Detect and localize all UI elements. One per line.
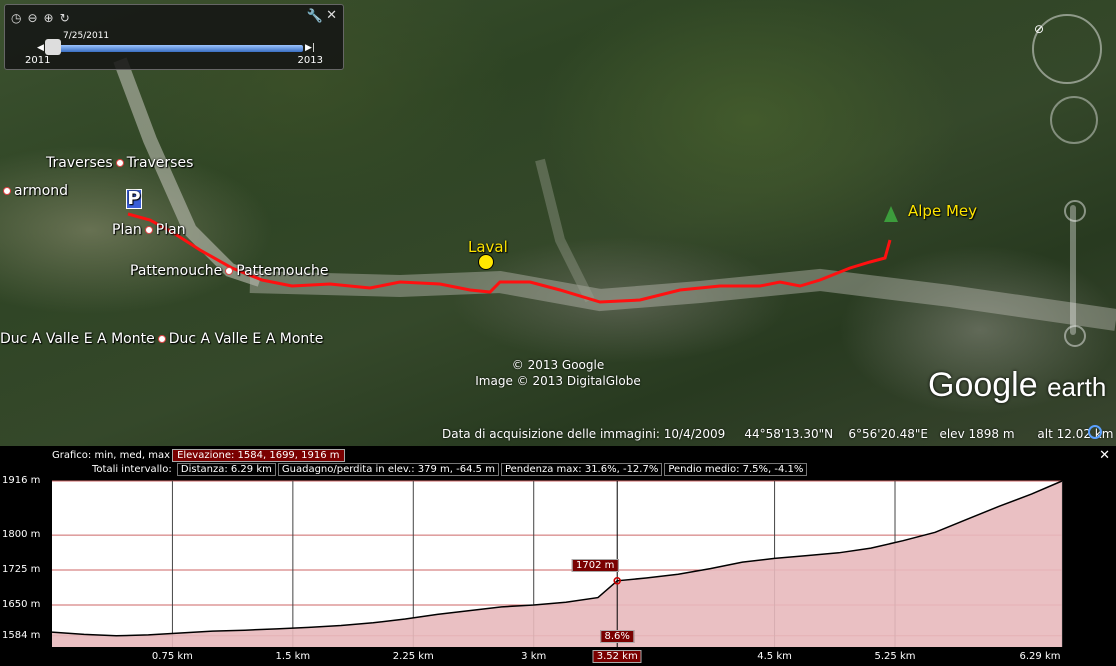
- next-icon[interactable]: ▶|: [305, 43, 315, 53]
- time-slider-end: 2013: [297, 55, 323, 66]
- y-tick-label: 1584 m: [2, 629, 41, 641]
- elevation-stat: Elevazione: 1584, 1699, 1916 m: [172, 449, 345, 462]
- place-dot-icon: [3, 187, 11, 195]
- y-tick-label: 1650 m: [2, 599, 41, 611]
- place-dot-icon: [115, 159, 124, 167]
- gain-stat: Guadagno/perdita in elev.: 379 m, -64.5 …: [277, 463, 499, 476]
- time-slider-start: 2011: [25, 55, 51, 66]
- cursor-elevation-label: 1702 m: [572, 559, 619, 572]
- profile-summary-row: Grafico: min, med, max Elevazione: 1584, …: [52, 449, 345, 462]
- time-slider-thumb[interactable]: [45, 39, 61, 55]
- move-joystick[interactable]: [1050, 96, 1098, 144]
- y-tick-label: 1800 m: [2, 529, 41, 541]
- zoom-slider[interactable]: [1070, 205, 1076, 335]
- close-icon[interactable]: ✕: [1099, 448, 1110, 463]
- streaming-icon: [1088, 425, 1102, 439]
- zoom-out-button[interactable]: [1064, 325, 1086, 347]
- place-armond[interactable]: armond: [0, 183, 68, 199]
- distance-stat: Distanza: 6.29 km: [176, 463, 276, 476]
- refresh-icon[interactable]: ↻: [60, 11, 76, 25]
- y-tick-label: 1725 m: [2, 564, 41, 576]
- clock-icon[interactable]: ◷: [11, 11, 27, 25]
- north-icon[interactable]: ⊘: [1034, 22, 1044, 36]
- zoom-in-icon[interactable]: ⊕: [44, 11, 60, 25]
- parking-icon[interactable]: P: [126, 189, 142, 209]
- y-tick-label: 1916 m: [2, 475, 41, 486]
- elevation-chart[interactable]: [0, 446, 1116, 666]
- place-traverses[interactable]: Traverses Traverses: [46, 155, 193, 171]
- close-icon[interactable]: ✕: [326, 8, 337, 23]
- x-tick-label: 0.75 km: [151, 651, 193, 662]
- map-view[interactable]: Traverses Traverses armond Plan Plan Patte…: [0, 0, 1116, 446]
- pushpin-icon[interactable]: [478, 254, 494, 270]
- place-dot-icon: [144, 226, 153, 234]
- slope-avg-stat: Pendio medio: 7.5%, -4.1%: [664, 463, 808, 476]
- wrench-icon[interactable]: 🔧: [307, 9, 323, 24]
- place-plan[interactable]: Plan Plan: [112, 222, 186, 238]
- time-slider-track[interactable]: [45, 45, 303, 52]
- timebar-icons[interactable]: ◷⊖⊕↻: [11, 11, 76, 25]
- triangle-marker-icon[interactable]: [884, 206, 898, 222]
- place-dot-icon: [157, 335, 166, 343]
- x-tick-label: 2.25 km: [392, 651, 434, 662]
- marker-alpe-mey-label[interactable]: Alpe Mey: [908, 202, 977, 220]
- previous-icon[interactable]: ◀: [37, 43, 44, 53]
- google-earth-logo: Google earth: [928, 366, 1107, 404]
- x-tick-label: 4.5 km: [757, 651, 792, 662]
- elevation-profile-panel: Grafico: min, med, max Elevazione: 1584, …: [0, 446, 1116, 666]
- status-bar: Data di acquisizione delle immagini: 10/…: [442, 427, 1114, 441]
- place-pattemouche[interactable]: Pattemouche Pattemouche: [130, 263, 329, 279]
- x-tick-label: 3 km: [521, 651, 547, 662]
- zoom-out-icon[interactable]: ⊖: [27, 11, 43, 25]
- x-tick-label: 6.29 km: [1019, 651, 1061, 662]
- cursor-distance-label: 3.52 km: [592, 650, 642, 663]
- place-duc[interactable]: Duc A Valle E A Monte Duc A Valle E A Mon…: [0, 331, 323, 347]
- cursor-slope-label: 8.6%: [600, 630, 634, 643]
- time-slider-panel: ◷⊖⊕↻ 🔧 ✕ 7/25/2011 ◀ ▶| 2011 2013: [4, 4, 344, 70]
- x-tick-label: 5.25 km: [874, 651, 916, 662]
- profile-totals-row: Totali intervallo: Distanza: 6.29 km Guad…: [92, 463, 808, 476]
- x-tick-label: 1.5 km: [275, 651, 311, 662]
- time-slider-date: 7/25/2011: [63, 31, 110, 41]
- place-dot-icon: [225, 267, 234, 275]
- slope-max-stat: Pendenza max: 31.6%, -12.7%: [500, 463, 663, 476]
